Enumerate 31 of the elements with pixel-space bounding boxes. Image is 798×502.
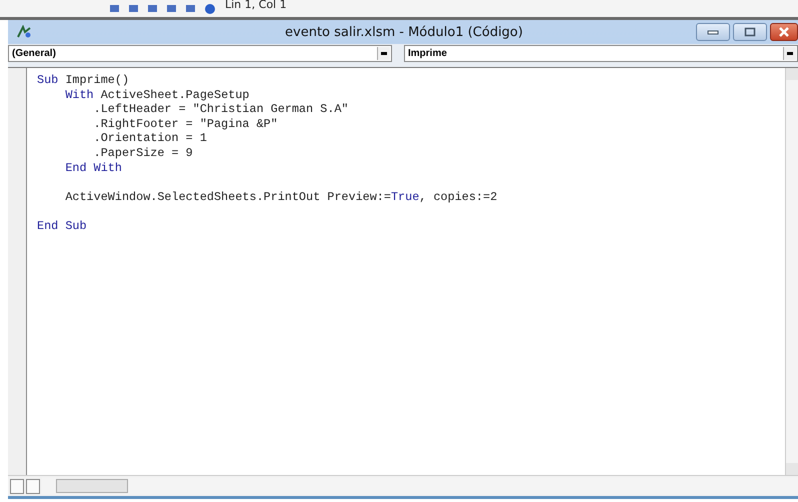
maximize-button[interactable] [733,23,767,41]
vba-icon [16,25,32,39]
code-token: End Sub [37,218,87,233]
minimize-icon [707,29,719,35]
toolbar-icon[interactable] [186,5,195,12]
help-icon[interactable] [205,4,215,14]
code-token: With [64,88,94,102]
cursor-position: Lin 1, Col 1 [225,0,287,10]
code-token: .PaperSize = 9 [92,146,193,160]
code-token: ActiveSheet.PageSetup [100,88,250,102]
code-token: .LeftHeader = "Christian German S.A" [92,102,348,116]
toolbar-icon[interactable] [110,5,119,12]
code-token: True [390,190,420,204]
code-token: .Orientation = 1 [92,131,207,146]
vertical-scrollbar[interactable] [785,68,798,475]
maximize-icon [744,27,756,37]
code-token: ActiveWindow.SelectedSheets.PrintOut Preview:= [64,190,391,204]
minimize-button[interactable] [696,23,730,41]
code-token: Imprime() [64,73,130,87]
object-dropdown[interactable]: (General) [8,45,392,62]
code-token: Sub [37,73,58,87]
code-token: End With [64,160,122,175]
window-title: evento salir.xlsm - Módulo1 (Código) [284,24,524,40]
code-token: .RightFooter = "Pagina &P" [92,116,278,131]
toolbar-icon[interactable] [129,5,138,12]
close-icon [778,27,790,37]
toolbar-icon[interactable] [167,5,176,12]
procedure-dropdown[interactable]: Imprime [404,45,798,62]
toolbar-icon[interactable] [148,5,157,12]
close-button[interactable] [770,23,798,41]
code-token: , copies:=2 [419,190,498,204]
